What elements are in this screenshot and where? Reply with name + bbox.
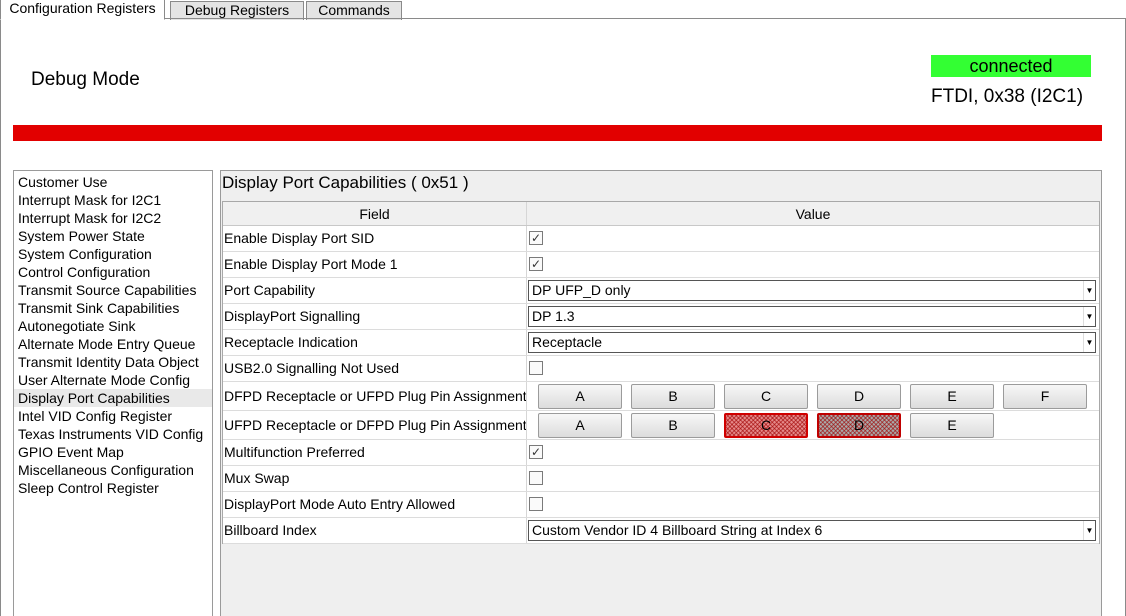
- chevron-down-icon: ▼: [1083, 281, 1095, 300]
- field-label: Mux Swap: [223, 466, 527, 491]
- select-value: DP UFP_D only: [532, 282, 631, 298]
- tab-bar: Debug Registers Commands Configuration R…: [0, 0, 1126, 20]
- table-row: UFPD Receptacle or DFPD Plug Pin Assignm…: [223, 411, 1099, 440]
- sidebar-item-interrupt-mask-i2c1[interactable]: Interrupt Mask for I2C1: [14, 191, 212, 209]
- sidebar-item-intel-vid-config[interactable]: Intel VID Config Register: [14, 407, 212, 425]
- ufpd-pin-d-button[interactable]: D: [817, 413, 901, 438]
- sidebar-item-display-port-capabilities[interactable]: Display Port Capabilities: [14, 389, 212, 407]
- column-header-value: Value: [795, 206, 831, 222]
- sidebar-item-control-configuration[interactable]: Control Configuration: [14, 263, 212, 281]
- select-value: Custom Vendor ID 4 Billboard String at I…: [532, 522, 823, 538]
- table-row: Enable Display Port Mode 1 ✓: [223, 252, 1099, 278]
- table-row: Billboard Index Custom Vendor ID 4 Billb…: [223, 518, 1099, 544]
- select-value: Receptacle: [532, 334, 603, 350]
- multifunction-preferred-checkbox[interactable]: ✓: [529, 445, 543, 459]
- dfpd-pin-c-button[interactable]: C: [724, 384, 808, 409]
- connection-status-badge: connected: [931, 55, 1091, 77]
- table-row: Mux Swap: [223, 466, 1099, 492]
- sidebar-item-sleep-control-register[interactable]: Sleep Control Register: [14, 479, 212, 497]
- field-label: Receptacle Indication: [223, 330, 527, 355]
- sidebar-item-system-power-state[interactable]: System Power State: [14, 227, 212, 245]
- sidebar-item-interrupt-mask-i2c2[interactable]: Interrupt Mask for I2C2: [14, 209, 212, 227]
- dp-auto-entry-checkbox[interactable]: [529, 497, 543, 511]
- sidebar-item-miscellaneous-configuration[interactable]: Miscellaneous Configuration: [14, 461, 212, 479]
- tab-configuration-registers[interactable]: Configuration Registers: [0, 0, 165, 20]
- field-label: Port Capability: [223, 278, 527, 303]
- table-row: Receptacle Indication Receptacle ▼: [223, 330, 1099, 356]
- register-list: Customer Use Interrupt Mask for I2C1 Int…: [13, 170, 213, 616]
- receptacle-indication-select[interactable]: Receptacle ▼: [528, 332, 1096, 353]
- ufpd-pin-e-button[interactable]: E: [910, 413, 994, 438]
- field-label: UFPD Receptacle or DFPD Plug Pin Assignm…: [223, 411, 527, 439]
- chevron-down-icon: ▼: [1083, 333, 1095, 352]
- dfpd-pin-e-button[interactable]: E: [910, 384, 994, 409]
- dfpd-pin-b-button[interactable]: B: [631, 384, 715, 409]
- billboard-index-select[interactable]: Custom Vendor ID 4 Billboard String at I…: [528, 520, 1096, 541]
- mux-swap-checkbox[interactable]: [529, 471, 543, 485]
- ufpd-pin-b-button[interactable]: B: [631, 413, 715, 438]
- status-bar: [13, 125, 1102, 141]
- sidebar-item-alternate-mode-entry-queue[interactable]: Alternate Mode Entry Queue: [14, 335, 212, 353]
- dp-signalling-select[interactable]: DP 1.3 ▼: [528, 306, 1096, 327]
- sidebar-item-gpio-event-map[interactable]: GPIO Event Map: [14, 443, 212, 461]
- field-label: USB2.0 Signalling Not Used: [223, 356, 527, 381]
- table-row: DFPD Receptacle or UFPD Plug Pin Assignm…: [223, 382, 1099, 411]
- table-row: USB2.0 Signalling Not Used: [223, 356, 1099, 382]
- ufpd-pin-c-button[interactable]: C: [724, 413, 808, 438]
- table-row: DisplayPort Mode Auto Entry Allowed: [223, 492, 1099, 518]
- enable-dp-mode1-checkbox[interactable]: ✓: [529, 257, 543, 271]
- field-label: Multifunction Preferred: [223, 440, 527, 465]
- port-capability-select[interactable]: DP UFP_D only ▼: [528, 280, 1096, 301]
- field-grid: Field Value Enable Display Port SID ✓ En…: [222, 201, 1100, 544]
- sidebar-item-autonegotiate-sink[interactable]: Autonegotiate Sink: [14, 317, 212, 335]
- panel-title: Display Port Capabilities ( 0x51 ): [222, 173, 469, 192]
- field-label: DisplayPort Signalling: [223, 304, 527, 329]
- sidebar-item-transmit-source-capabilities[interactable]: Transmit Source Capabilities: [14, 281, 212, 299]
- dfpd-pin-f-button[interactable]: F: [1003, 384, 1087, 409]
- table-row: Port Capability DP UFP_D only ▼: [223, 278, 1099, 304]
- sidebar-item-system-configuration[interactable]: System Configuration: [14, 245, 212, 263]
- sidebar-item-transmit-sink-capabilities[interactable]: Transmit Sink Capabilities: [14, 299, 212, 317]
- usb2-signalling-not-used-checkbox[interactable]: [529, 361, 543, 375]
- mode-title: Debug Mode: [31, 69, 140, 90]
- sidebar-item-transmit-identity-data-object[interactable]: Transmit Identity Data Object: [14, 353, 212, 371]
- dfpd-pin-d-button[interactable]: D: [817, 384, 901, 409]
- field-label: DisplayPort Mode Auto Entry Allowed: [223, 492, 527, 517]
- column-header-field: Field: [223, 202, 527, 225]
- ufpd-pin-a-button[interactable]: A: [538, 413, 622, 438]
- sidebar-item-ti-vid-config[interactable]: Texas Instruments VID Config: [14, 425, 212, 443]
- field-label: Enable Display Port Mode 1: [223, 252, 527, 277]
- select-value: DP 1.3: [532, 308, 575, 324]
- table-row: DisplayPort Signalling DP 1.3 ▼: [223, 304, 1099, 330]
- sidebar-item-customer-use[interactable]: Customer Use: [14, 173, 212, 191]
- register-panel: Display Port Capabilities ( 0x51 ) Field…: [220, 170, 1102, 616]
- table-row: Enable Display Port SID ✓: [223, 226, 1099, 252]
- dfpd-pin-a-button[interactable]: A: [538, 384, 622, 409]
- sidebar-item-user-alternate-mode-config[interactable]: User Alternate Mode Config: [14, 371, 212, 389]
- chevron-down-icon: ▼: [1083, 521, 1095, 540]
- chevron-down-icon: ▼: [1083, 307, 1095, 326]
- enable-dp-sid-checkbox[interactable]: ✓: [529, 231, 543, 245]
- field-label: Enable Display Port SID: [223, 226, 527, 251]
- connection-detail: FTDI, 0x38 (I2C1): [931, 86, 1084, 107]
- field-label: DFPD Receptacle or UFPD Plug Pin Assignm…: [223, 382, 527, 410]
- table-row: Multifunction Preferred ✓: [223, 440, 1099, 466]
- field-label: Billboard Index: [223, 518, 527, 543]
- grid-header: Field Value: [223, 202, 1099, 226]
